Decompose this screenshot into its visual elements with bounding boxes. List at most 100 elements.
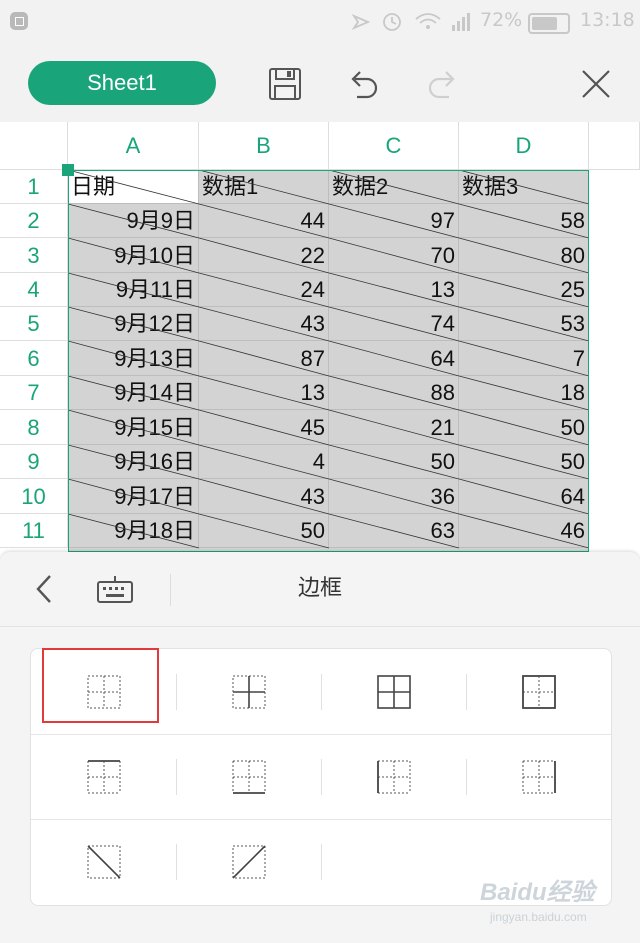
border-diagonal-up-icon [232,845,266,879]
watermark-brand: Baidu经验 [480,879,595,906]
cell-b8[interactable]: 45 [199,410,329,445]
cell-d8[interactable]: 50 [459,410,589,445]
row-header-11[interactable]: 11 [0,514,68,548]
notification-icon [10,12,28,30]
column-header-empty[interactable] [589,122,640,170]
border-option-right[interactable] [466,734,611,819]
highlight-box [42,648,159,723]
cell-a7[interactable]: 9月14日 [68,376,199,410]
panel-title: 边框 [297,576,342,601]
cell-a1[interactable]: 日期 [68,170,199,204]
border-option-diagonal-up[interactable] [176,819,321,904]
border-all-icon [377,675,411,709]
cell-c11[interactable]: 63 [329,514,459,548]
cell-d3[interactable]: 80 [459,238,589,273]
cell-a5[interactable]: 9月12日 [68,307,199,341]
row-header-9[interactable]: 9 [0,445,68,479]
cell-d11[interactable]: 46 [459,514,589,548]
cell-c4[interactable]: 13 [329,273,459,307]
cell-b10[interactable]: 43 [199,479,329,514]
border-option-all[interactable] [321,649,466,734]
cell-d4[interactable]: 25 [459,273,589,307]
row-header-5[interactable]: 5 [0,307,68,341]
cell-a3[interactable]: 9月10日 [68,238,199,273]
save-icon[interactable] [267,66,303,102]
cell-d2[interactable]: 58 [459,204,589,238]
cell-d10[interactable]: 64 [459,479,589,514]
top-toolbar: Sheet1 [0,44,640,122]
cell-c1[interactable]: 数据2 [329,170,459,204]
row-header-4[interactable]: 4 [0,273,68,307]
row-header-6[interactable]: 6 [0,341,68,376]
sheet-tab[interactable]: Sheet1 [28,61,216,105]
cell-d9[interactable]: 50 [459,445,589,479]
cell-b1[interactable]: 数据1 [199,170,329,204]
watermark: Baidu经验 jingyan.baidu.com [470,872,630,934]
border-bottom-icon [232,760,266,794]
cell-a4[interactable]: 9月11日 [68,273,199,307]
row-header-10[interactable]: 10 [0,479,68,514]
keyboard-icon[interactable] [96,574,134,604]
cell-d6[interactable]: 7 [459,341,589,376]
cell-b9[interactable]: 4 [199,445,329,479]
border-option-diagonal-down[interactable] [31,819,176,904]
row-header-8[interactable]: 8 [0,410,68,445]
column-header-d[interactable]: D [459,122,589,170]
cell-a9[interactable]: 9月16日 [68,445,199,479]
cell-c8[interactable]: 21 [329,410,459,445]
border-left-icon [377,760,411,794]
status-icons [351,13,470,31]
selected-range[interactable]: 日期 数据1 数据2 数据3 9月9日 44 97 58 9月10日 22 70… [68,170,589,552]
border-option-left[interactable] [321,734,466,819]
border-option-top[interactable] [31,734,176,819]
border-outside-icon [522,675,556,709]
border-right-icon [522,760,556,794]
cell-a2[interactable]: 9月9日 [68,204,199,238]
row-header-2[interactable]: 2 [0,204,68,238]
cell-b4[interactable]: 24 [199,273,329,307]
clock: 13:18 [580,9,635,31]
close-icon[interactable] [578,66,614,102]
border-option-inside[interactable] [176,649,321,734]
battery-icon [528,13,570,34]
column-header-c[interactable]: C [329,122,459,170]
back-icon[interactable] [30,572,60,606]
row-header-7[interactable]: 7 [0,376,68,410]
cell-b2[interactable]: 44 [199,204,329,238]
column-header-b[interactable]: B [199,122,329,170]
cell-c2[interactable]: 97 [329,204,459,238]
cell-d5[interactable]: 53 [459,307,589,341]
redo-icon[interactable] [425,66,461,102]
cell-b6[interactable]: 87 [199,341,329,376]
watermark-url: jingyan.baidu.com [490,910,587,924]
cell-b3[interactable]: 22 [199,238,329,273]
cell-a11[interactable]: 9月18日 [68,514,199,548]
spreadsheet-grid[interactable]: A B C D 1 2 3 4 5 6 7 8 9 10 11 日期 数据1 数… [0,122,640,552]
border-option-bottom[interactable] [176,734,321,819]
cell-c6[interactable]: 64 [329,341,459,376]
row-header-3[interactable]: 3 [0,238,68,273]
battery-percent: 72% [480,9,523,31]
cell-a8[interactable]: 9月15日 [68,410,199,445]
cell-d7[interactable]: 18 [459,376,589,410]
border-option-outside[interactable] [466,649,611,734]
selection-handle[interactable] [62,164,74,176]
cell-b7[interactable]: 13 [199,376,329,410]
cell-c10[interactable]: 36 [329,479,459,514]
cell-c7[interactable]: 88 [329,376,459,410]
border-inside-icon [232,675,266,709]
cell-b11[interactable]: 50 [199,514,329,548]
status-bar: 72% 13:18 [0,0,640,44]
corner-cell[interactable] [0,122,68,170]
column-header-a[interactable]: A [68,122,199,170]
cell-d1[interactable]: 数据3 [459,170,589,204]
row-header-1[interactable]: 1 [0,170,68,204]
cell-c5[interactable]: 74 [329,307,459,341]
cell-c9[interactable]: 50 [329,445,459,479]
cell-c3[interactable]: 70 [329,238,459,273]
header-divider [170,574,171,606]
cell-a10[interactable]: 9月17日 [68,479,199,514]
cell-a6[interactable]: 9月13日 [68,341,199,376]
undo-icon[interactable] [345,66,381,102]
cell-b5[interactable]: 43 [199,307,329,341]
